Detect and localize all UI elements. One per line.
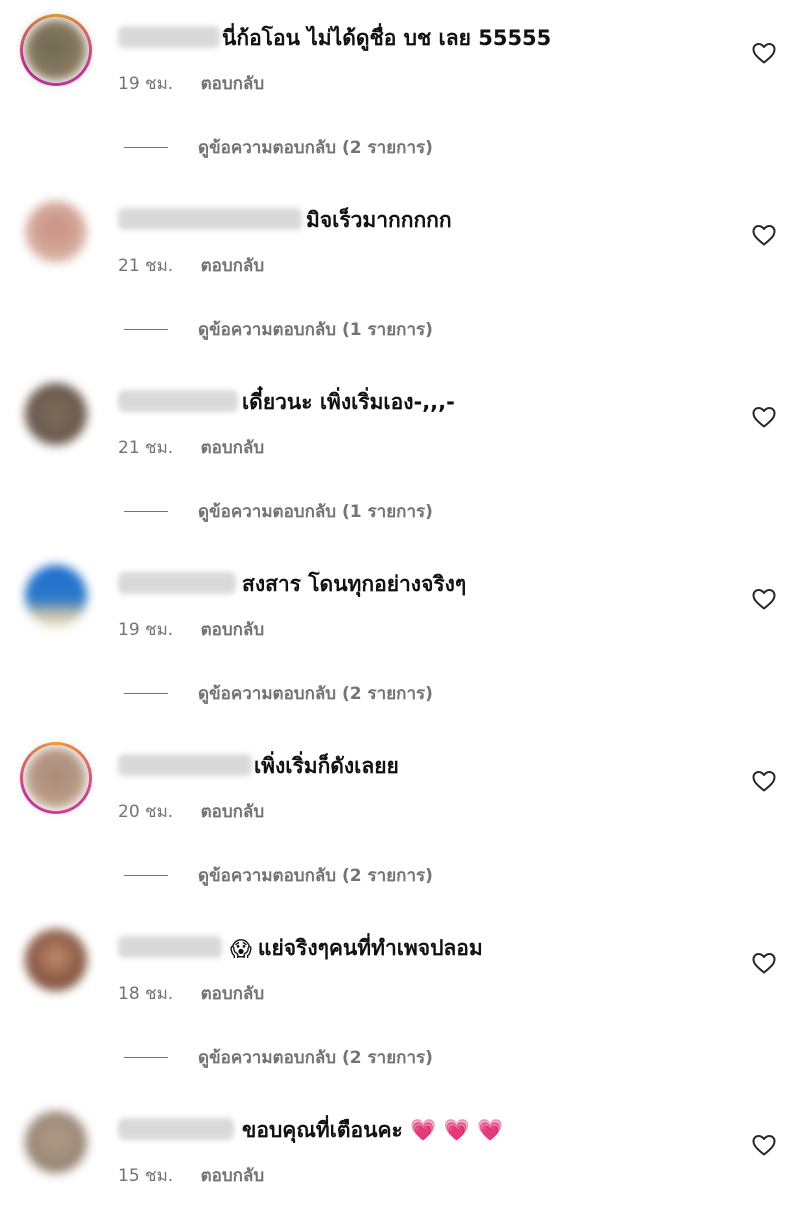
comment-text: มิจเร็วมากกกกก bbox=[306, 208, 452, 232]
comment-item: เพิ่งเริ่มก็ดังเลยย 20 ชม. ตอบกลับ ดูข้อ… bbox=[0, 740, 800, 922]
view-replies-button[interactable]: ดูข้อความตอบกลับ (2 รายการ) bbox=[124, 680, 433, 707]
comment-text: นี่ก้อโอน ไม่ได้ดูชื่อ บช เลย 55555 bbox=[222, 26, 552, 50]
avatar[interactable] bbox=[20, 924, 92, 996]
comment-meta: 21 ชม. ตอบกลับ bbox=[118, 434, 264, 461]
comment-meta: 20 ชม. ตอบกลับ bbox=[118, 798, 264, 825]
divider-line bbox=[124, 147, 168, 148]
comment-meta: 18 ชม. ตอบกลับ bbox=[118, 980, 264, 1007]
comment-item: ขอบคุณที่เตือนคะ 💗 💗 💗 15 ชม. ตอบกลับ bbox=[0, 1104, 800, 1205]
comment-item: 😱 แย่จริงๆคนที่ทำเพจปลอม 18 ชม. ตอบกลับ ด… bbox=[0, 922, 800, 1104]
divider-line bbox=[124, 511, 168, 512]
avatar[interactable] bbox=[20, 560, 92, 632]
view-replies-button[interactable]: ดูข้อความตอบกลับ (2 รายการ) bbox=[124, 134, 433, 161]
username-blurred[interactable] bbox=[118, 26, 220, 48]
comment-time: 19 ชม. bbox=[118, 620, 174, 640]
username-blurred[interactable] bbox=[118, 390, 238, 412]
reply-button[interactable]: ตอบกลับ bbox=[201, 620, 265, 640]
comment-time: 21 ชม. bbox=[118, 438, 174, 458]
view-replies-label: ดูข้อความตอบกลับ (2 รายการ) bbox=[198, 138, 433, 158]
username-blurred[interactable] bbox=[118, 1118, 234, 1140]
divider-line bbox=[124, 693, 168, 694]
reply-button[interactable]: ตอบกลับ bbox=[201, 438, 265, 458]
heart-outline-icon[interactable] bbox=[752, 224, 776, 246]
avatar[interactable] bbox=[20, 742, 92, 814]
comment-meta: 21 ชม. ตอบกลับ bbox=[118, 252, 264, 279]
heart-outline-icon[interactable] bbox=[752, 42, 776, 64]
view-replies-label: ดูข้อความตอบกลับ (2 รายการ) bbox=[198, 684, 433, 704]
reply-button[interactable]: ตอบกลับ bbox=[201, 1166, 265, 1186]
reply-button[interactable]: ตอบกลับ bbox=[201, 984, 265, 1004]
heart-outline-icon[interactable] bbox=[752, 952, 776, 974]
comment-meta: 15 ชม. ตอบกลับ bbox=[118, 1162, 264, 1189]
comment-item: นี่ก้อโอน ไม่ได้ดูชื่อ บช เลย 55555 19 ช… bbox=[0, 12, 800, 194]
heart-outline-icon[interactable] bbox=[752, 588, 776, 610]
screaming-face-emoji: 😱 bbox=[230, 937, 252, 961]
username-blurred[interactable] bbox=[118, 936, 222, 958]
comment-time: 15 ชม. bbox=[118, 1166, 174, 1186]
comment-time: 21 ชม. bbox=[118, 256, 174, 276]
avatar[interactable] bbox=[20, 196, 92, 268]
view-replies-label: ดูข้อความตอบกลับ (1 รายการ) bbox=[198, 320, 433, 340]
divider-line bbox=[124, 875, 168, 876]
view-replies-button[interactable]: ดูข้อความตอบกลับ (1 รายการ) bbox=[124, 498, 433, 525]
comment-item: มิจเร็วมากกกกก 21 ชม. ตอบกลับ ดูข้อความต… bbox=[0, 194, 800, 376]
reply-button[interactable]: ตอบกลับ bbox=[201, 256, 265, 276]
username-blurred[interactable] bbox=[118, 754, 252, 776]
comment-text: 😱 แย่จริงๆคนที่ทำเพจปลอม bbox=[230, 932, 483, 965]
comment-meta: 19 ชม. ตอบกลับ bbox=[118, 616, 264, 643]
comment-text: ขอบคุณที่เตือนคะ 💗 💗 💗 bbox=[242, 1118, 504, 1142]
username-blurred[interactable] bbox=[118, 208, 302, 230]
divider-line bbox=[124, 1057, 168, 1058]
comment-time: 19 ชม. bbox=[118, 74, 174, 94]
heart-outline-icon[interactable] bbox=[752, 1134, 776, 1156]
heart-outline-icon[interactable] bbox=[752, 770, 776, 792]
comment-text-body: แย่จริงๆคนที่ทำเพจปลอม bbox=[257, 936, 483, 960]
avatar[interactable] bbox=[20, 378, 92, 450]
view-replies-button[interactable]: ดูข้อความตอบกลับ (2 รายการ) bbox=[124, 862, 433, 889]
comment-meta: 19 ชม. ตอบกลับ bbox=[118, 70, 264, 97]
view-replies-button[interactable]: ดูข้อความตอบกลับ (1 รายการ) bbox=[124, 316, 433, 343]
view-replies-label: ดูข้อความตอบกลับ (1 รายการ) bbox=[198, 502, 433, 522]
comment-time: 20 ชม. bbox=[118, 802, 174, 822]
username-blurred[interactable] bbox=[118, 572, 236, 594]
divider-line bbox=[124, 329, 168, 330]
comment-item: เดี๋ยวนะ เพิ่งเริ่มเอง-,,,- 21 ชม. ตอบกล… bbox=[0, 376, 800, 558]
view-replies-button[interactable]: ดูข้อความตอบกลับ (2 รายการ) bbox=[124, 1044, 433, 1071]
avatar[interactable] bbox=[20, 14, 92, 86]
view-replies-label: ดูข้อความตอบกลับ (2 รายการ) bbox=[198, 1048, 433, 1068]
comment-text: เดี๋ยวนะ เพิ่งเริ่มเอง-,,,- bbox=[242, 390, 455, 414]
comment-text: เพิ่งเริ่มก็ดังเลยย bbox=[254, 754, 399, 778]
comment-time: 18 ชม. bbox=[118, 984, 174, 1004]
heart-outline-icon[interactable] bbox=[752, 406, 776, 428]
avatar[interactable] bbox=[20, 1106, 92, 1178]
reply-button[interactable]: ตอบกลับ bbox=[201, 802, 265, 822]
comment-text: สงสาร โดนทุกอย่างจริงๆ bbox=[242, 572, 467, 596]
reply-button[interactable]: ตอบกลับ bbox=[201, 74, 265, 94]
comment-item: สงสาร โดนทุกอย่างจริงๆ 19 ชม. ตอบกลับ ดู… bbox=[0, 558, 800, 740]
comments-list: นี่ก้อโอน ไม่ได้ดูชื่อ บช เลย 55555 19 ช… bbox=[0, 0, 800, 1205]
view-replies-label: ดูข้อความตอบกลับ (2 รายการ) bbox=[198, 866, 433, 886]
